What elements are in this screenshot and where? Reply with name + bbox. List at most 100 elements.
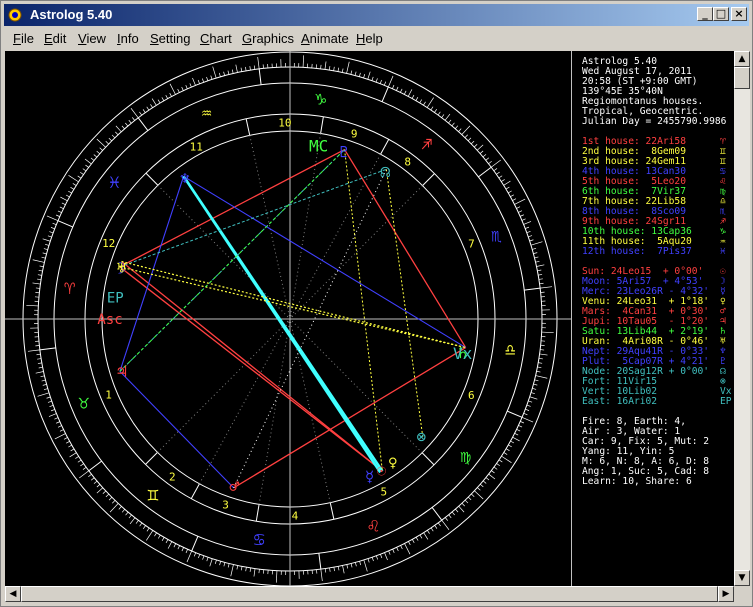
degree-tick	[507, 190, 512, 194]
degree-tick	[46, 396, 51, 399]
degree-tick	[536, 370, 541, 373]
degree-tick	[253, 568, 256, 577]
house-cusp-tick	[422, 173, 435, 186]
house-cusp-tick	[145, 452, 158, 465]
degree-tick	[231, 69, 234, 74]
close-button[interactable]: ×	[731, 7, 747, 21]
degree-tick	[69, 452, 77, 458]
degree-tick	[177, 88, 180, 93]
degree-tick	[96, 484, 101, 488]
degree-tick	[404, 543, 411, 555]
degree-tick	[38, 366, 43, 369]
degree-tick	[57, 425, 62, 428]
degree-tick	[206, 557, 209, 562]
degree-tick	[139, 522, 143, 527]
degree-tick	[458, 128, 462, 132]
chart-canvas[interactable]: ♈ ♉ ♊ ♋ ♌ ♍ ♎ ♏ ♐ ♑ ♒ ♓ 1 2 3 4 5 6 7 8 9 10 11 12 ☉ ☿ ♀ ☽ ♅ ♂ ♃ ♄ ♆ ♇ ☊ ⊗ V…	[5, 51, 734, 586]
degree-tick	[146, 527, 150, 532]
degree-tick	[516, 206, 521, 209]
degree-tick	[520, 421, 525, 424]
degree-tick	[346, 564, 349, 569]
degree-tick	[192, 77, 196, 86]
horizontal-scroll-thumb[interactable]	[21, 586, 718, 602]
house-cusp-row: 12th house: 7Pis37	[582, 246, 692, 257]
menu-file[interactable]: File	[13, 29, 34, 49]
degree-tick	[115, 125, 122, 133]
degree-tick	[68, 444, 73, 448]
sign-boundary	[88, 460, 102, 472]
house-number: 9	[351, 127, 358, 140]
degree-tick	[165, 539, 169, 544]
planet-icon: ☉	[377, 460, 387, 479]
scroll-up-button[interactable]: ▲	[734, 51, 750, 67]
title-bar[interactable]: Astrolog 5.40 _ □ ×	[4, 4, 749, 26]
degree-tick	[434, 109, 438, 113]
sign-boundary	[507, 410, 523, 418]
degree-tick	[90, 477, 95, 481]
degree-tick	[59, 206, 64, 209]
degree-tick	[80, 171, 84, 175]
degree-tick	[537, 269, 542, 272]
degree-tick	[474, 490, 484, 500]
zodiac-sign-icon: ♌	[368, 515, 379, 536]
menu-help[interactable]: Help	[356, 29, 383, 49]
degree-tick	[245, 66, 247, 71]
scroll-right-button[interactable]: ▶	[718, 586, 734, 602]
scroll-left-button[interactable]: ◀	[5, 586, 21, 602]
degree-tick	[63, 437, 68, 440]
degree-tick	[534, 379, 539, 382]
degree-tick	[448, 119, 452, 124]
horizontal-scrollbar[interactable]: ◀ ▶	[5, 586, 734, 602]
degree-tick	[219, 561, 222, 566]
degree-tick	[441, 114, 445, 118]
degree-tick	[177, 545, 180, 550]
degree-tick	[96, 138, 106, 148]
house-cusp-line	[249, 135, 291, 320]
astrology-wheel[interactable]: ♈♉♊♋♌♍♎♏♐♑♒♓123456789101112☉☿♀☽♅♂♃♄♆♇☊⊗V…	[5, 51, 571, 586]
menu-info[interactable]: Info	[117, 29, 139, 49]
menu-chart[interactable]: Chart	[200, 29, 232, 49]
degree-tick	[359, 561, 362, 566]
aspect-line-sextile	[119, 370, 235, 489]
degree-tick	[185, 549, 188, 554]
degree-tick	[392, 549, 395, 553]
degree-tick	[480, 483, 484, 488]
scroll-down-button[interactable]: ▼	[734, 570, 750, 586]
degree-tick	[437, 111, 441, 116]
degree-tick	[55, 214, 60, 217]
degree-tick	[525, 408, 530, 411]
vertical-scrollbar[interactable]: ▲ ▼	[734, 51, 750, 586]
planet-icon: ☊	[380, 162, 390, 181]
vertical-scroll-thumb[interactable]	[734, 67, 750, 89]
degree-tick	[403, 90, 407, 95]
menu-edit[interactable]: Edit	[44, 29, 66, 49]
degree-tick	[523, 412, 528, 416]
degree-tick	[415, 97, 419, 101]
degree-tick	[477, 487, 481, 491]
house-cusp-tick	[190, 483, 200, 499]
degree-tick	[38, 269, 43, 272]
degree-tick	[441, 519, 450, 530]
degree-tick	[129, 517, 136, 525]
zodiac-sign-icon: ♐	[421, 134, 432, 155]
degree-tick	[510, 194, 515, 198]
degree-tick	[128, 514, 132, 519]
degree-tick	[530, 241, 543, 246]
degree-tick	[26, 304, 39, 307]
menu-setting[interactable]: Setting	[150, 29, 190, 49]
planet-icon: ☿	[365, 467, 375, 486]
sign-boundary	[57, 220, 73, 228]
degree-tick	[125, 122, 129, 127]
degree-tick	[363, 74, 366, 79]
info-header-line: Julian Day = 2455790.9986	[582, 116, 727, 127]
menu-animate[interactable]: Animate	[301, 29, 349, 49]
degree-tick	[464, 134, 468, 138]
degree-tick	[423, 101, 426, 106]
menu-view[interactable]: View	[78, 29, 106, 49]
menu-graphics[interactable]: Graphics	[242, 29, 294, 49]
maximize-button[interactable]: □	[713, 7, 729, 21]
degree-tick	[61, 202, 66, 206]
degree-tick	[43, 248, 48, 251]
minimize-button[interactable]: _	[697, 7, 713, 21]
aspect-line-opposition	[121, 260, 466, 349]
